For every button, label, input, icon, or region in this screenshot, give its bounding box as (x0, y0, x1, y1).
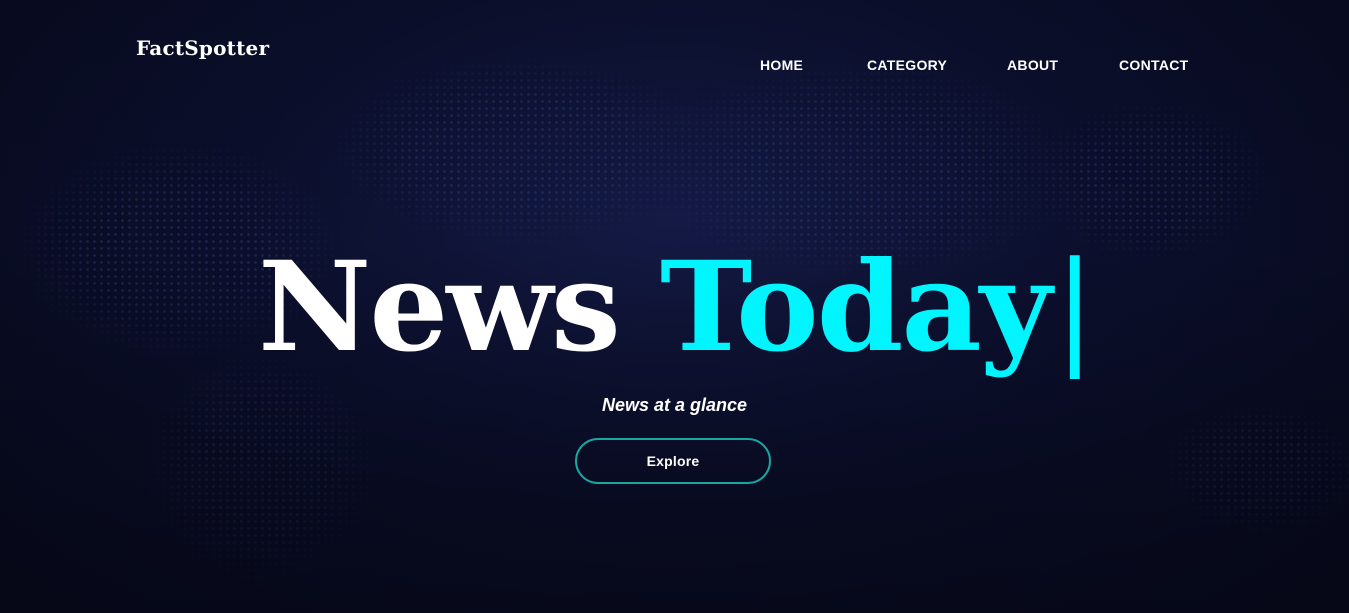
typing-cursor: | (1053, 236, 1096, 380)
headline-word-news: News (258, 235, 621, 380)
hero-headline: News Today| (258, 235, 1096, 380)
hero-tagline: News at a glance (601, 395, 748, 415)
site-logo[interactable]: FactSpotter (136, 36, 269, 60)
nav-item-contact[interactable]: CONTACT (1119, 57, 1189, 73)
hero-section: FactSpotter HOME CATEGORY ABOUT CONTACT … (0, 0, 1349, 613)
nav-item-category[interactable]: CATEGORY (867, 57, 947, 73)
nav-item-about[interactable]: ABOUT (1007, 57, 1058, 73)
nav-item-home[interactable]: HOME (760, 57, 803, 73)
headline-word-today: Today (659, 235, 1052, 380)
explore-button[interactable]: Explore (575, 438, 771, 484)
